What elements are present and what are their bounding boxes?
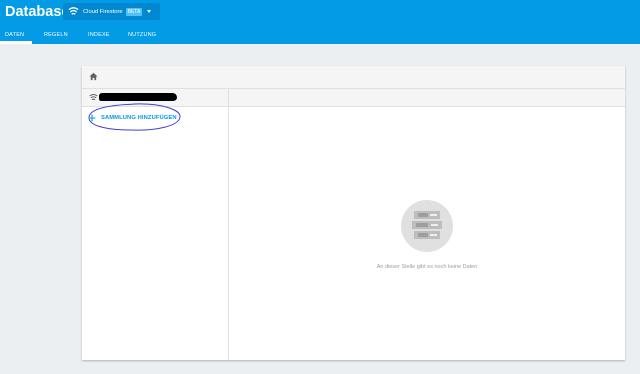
database-selector[interactable]: Cloud Firestore BETA [63,3,160,20]
firestore-icon [68,7,79,15]
database-empty-icon [401,200,453,252]
empty-state-message: An dieser Stelle gibt es noch keine Date… [376,264,478,270]
page-title: Database [5,4,70,20]
database-name: Cloud Firestore [83,8,123,15]
beta-badge: BETA [125,7,143,16]
tab-regeln[interactable]: REGELN [44,31,68,39]
top-app-bar: Database Cloud Firestore BETA DATEN REGE… [0,0,640,44]
data-panel: SAMMLUNG HINZUFÜGEN An dieser Stelle gib… [82,66,625,360]
breadcrumb [82,66,625,89]
plus-icon [88,114,96,122]
redacted-project-id [99,93,177,101]
add-collection-button[interactable]: SAMMLUNG HINZUFÜGEN [88,112,177,124]
home-icon[interactable] [89,72,98,81]
add-collection-label: SAMMLUNG HINZUFÜGEN [101,115,177,121]
tab-daten[interactable]: DATEN [5,31,24,39]
caret-down-icon [147,10,152,13]
tab-nutzung[interactable]: NUTZUNG [128,31,156,39]
firestore-icon [89,93,98,101]
tab-indexe[interactable]: INDEXE [88,31,110,39]
active-tab-indicator [0,41,32,44]
column-divider [228,89,229,360]
